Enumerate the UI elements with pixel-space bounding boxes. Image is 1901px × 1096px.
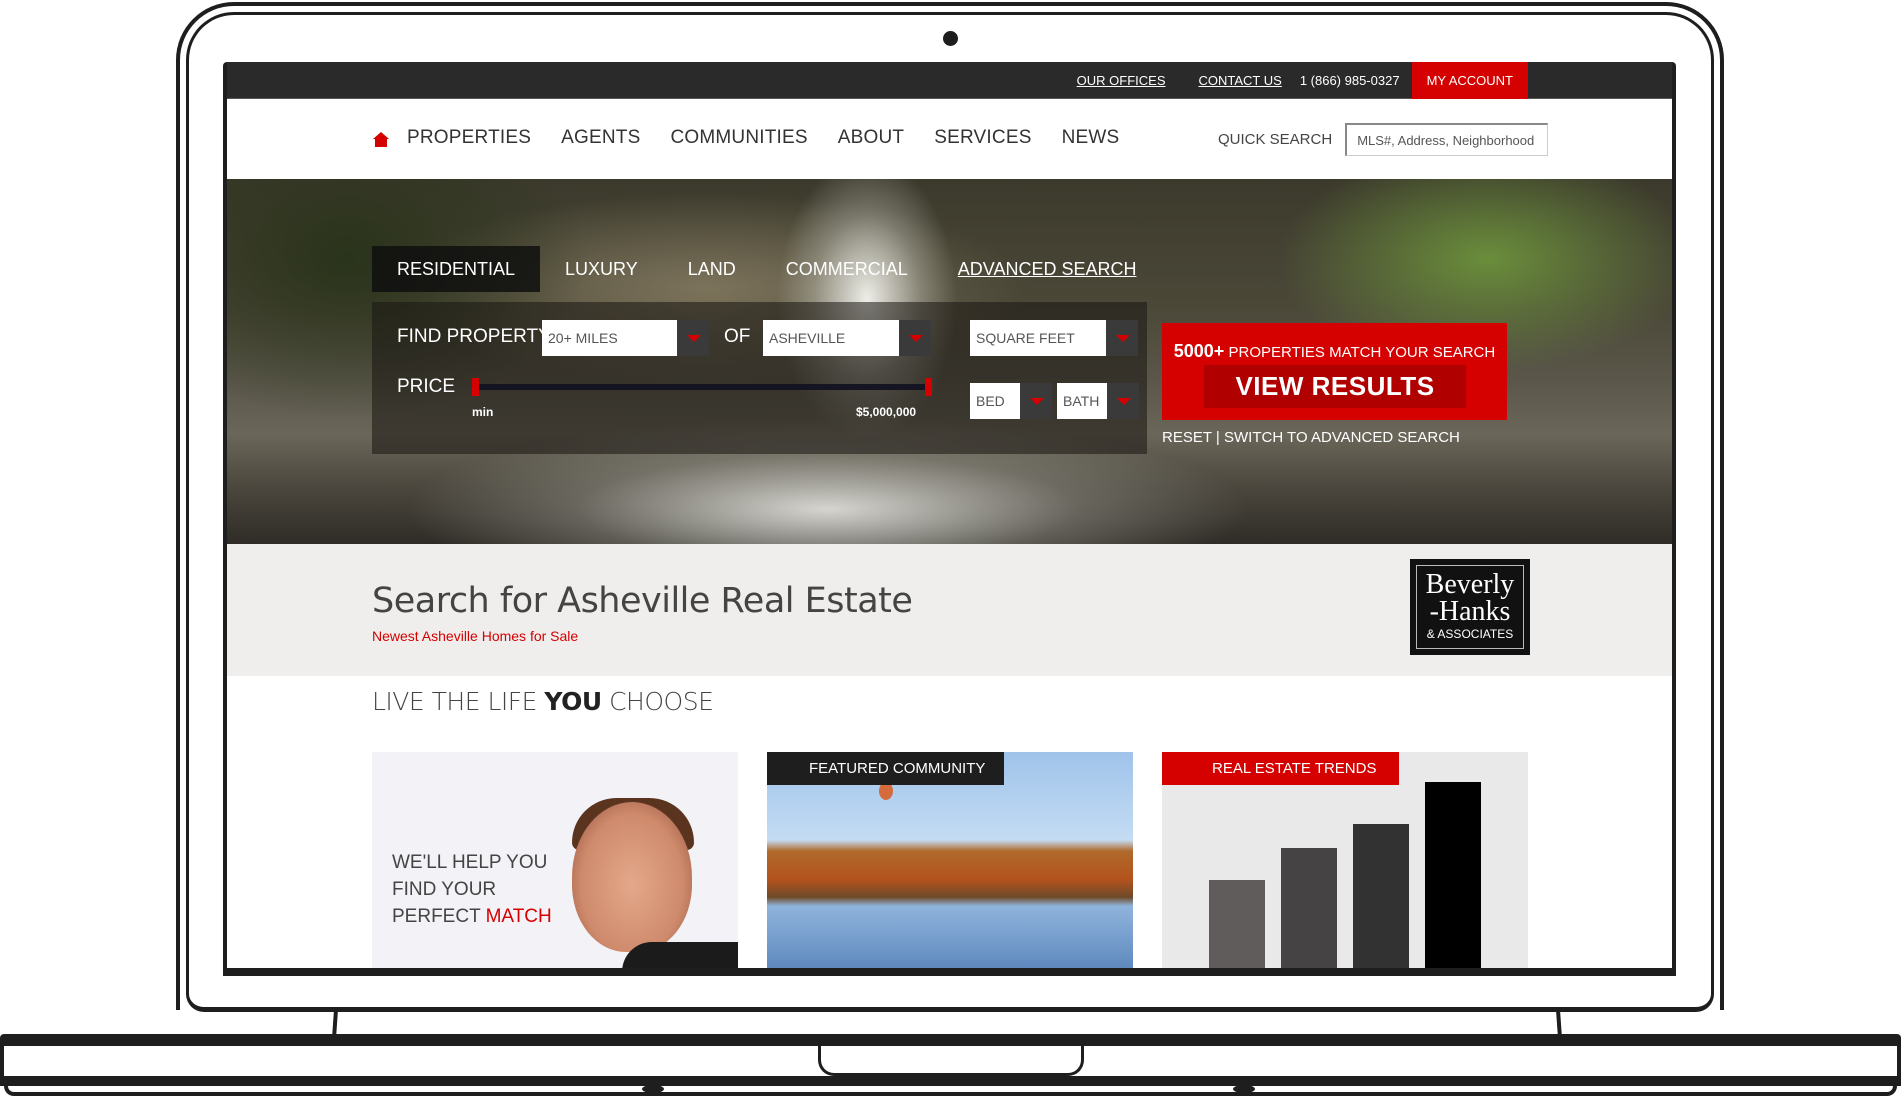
agent-line1: WE'LL HELP YOU [392, 852, 548, 873]
agent-line3-highlight: MATCH [485, 906, 552, 927]
brand-logo[interactable]: Beverly -Hanks & ASSOCIATES [1410, 559, 1530, 655]
laptop-foot-right [1233, 1085, 1255, 1093]
chevron-down-icon [677, 320, 709, 356]
nav-agents[interactable]: AGENTS [561, 127, 640, 149]
trend-bar [1353, 824, 1409, 968]
price-slider-track[interactable] [474, 384, 926, 390]
match-count-text: PROPERTIES MATCH YOUR SEARCH [1228, 344, 1496, 361]
heading-bold: YOU [544, 687, 602, 716]
contact-us-link[interactable]: CONTACT US [1199, 73, 1282, 88]
laptop-base-line [0, 1076, 1901, 1086]
nav-communities[interactable]: COMMUNITIES [670, 127, 807, 149]
trend-bar [1209, 880, 1265, 968]
search-actions: RESET | SWITCH TO ADVANCED SEARCH [1162, 429, 1460, 446]
nav-about[interactable]: ABOUT [838, 127, 904, 149]
chevron-down-icon [1106, 320, 1138, 356]
city-select[interactable]: ASHEVILLE [763, 320, 931, 356]
price-label: PRICE [397, 376, 456, 397]
nav-services[interactable]: SERVICES [934, 127, 1031, 149]
match-count-number: 5000+ [1173, 341, 1225, 361]
view-results-button[interactable]: VIEW RESULTS [1204, 365, 1466, 408]
logo-line1: Beverly [1425, 569, 1515, 600]
agent-photo-suit [622, 942, 738, 968]
price-max-handle[interactable] [925, 378, 932, 396]
switch-advanced-link[interactable]: SWITCH TO ADVANCED SEARCH [1224, 429, 1460, 446]
bed-value: BED [970, 383, 1020, 419]
logo-line3: & ASSOCIATES [1426, 627, 1514, 641]
laptop-notch [818, 1046, 1084, 1076]
chevron-down-icon [1020, 383, 1052, 419]
price-max-label: $5,000,000 [856, 405, 917, 419]
main-nav: PROPERTIES AGENTS COMMUNITIES ABOUT SERV… [227, 99, 1672, 179]
camera-icon [943, 31, 958, 46]
logo-line2: -Hanks [1429, 596, 1511, 627]
page-subtitle-link[interactable]: Newest Asheville Homes for Sale [372, 628, 578, 644]
agent-card[interactable]: WE'LL HELP YOU FIND YOUR PERFECT MATCH [372, 752, 738, 968]
laptop-base-top [0, 1034, 1901, 1046]
my-account-button[interactable]: MY ACCOUNT [1411, 62, 1528, 99]
of-label: OF [724, 326, 751, 347]
real-estate-trends-card[interactable]: REAL ESTATE TRENDS [1162, 752, 1528, 968]
trend-bar [1425, 782, 1481, 968]
heading-pre: LIVE THE LIFE [372, 687, 545, 716]
heading-post: CHOOSE [601, 687, 714, 716]
tab-luxury[interactable]: LUXURY [540, 246, 663, 292]
house-icon[interactable] [373, 132, 389, 147]
match-count: 5000+ PROPERTIES MATCH YOUR SEARCH [1162, 341, 1507, 362]
tab-land[interactable]: LAND [663, 246, 761, 292]
our-offices-link[interactable]: OUR OFFICES [1077, 73, 1166, 88]
square-feet-value: SQUARE FEET [970, 320, 1106, 356]
trend-bar [1281, 848, 1337, 968]
agent-line3: PERFECT [392, 906, 486, 927]
page-title: Search for Asheville Real Estate [372, 581, 913, 621]
reset-link[interactable]: RESET [1162, 429, 1212, 446]
property-type-tabs: RESIDENTIAL LUXURY LAND COMMERCIAL ADVAN… [372, 246, 1161, 292]
agent-card-text: WE'LL HELP YOU FIND YOUR PERFECT MATCH [392, 849, 552, 930]
phone-number: 1 (866) 985-0327 [1299, 72, 1400, 88]
quick-search-input[interactable] [1345, 123, 1549, 156]
nav-news[interactable]: NEWS [1062, 127, 1120, 149]
price-min-handle[interactable] [472, 378, 479, 396]
separator: | [1215, 429, 1220, 446]
search-panel: FIND PROPERTY 20+ MILES OF ASHEVILLE SQU… [372, 302, 1147, 454]
results-box: 5000+ PROPERTIES MATCH YOUR SEARCH VIEW … [1162, 323, 1507, 420]
nav-properties[interactable]: PROPERTIES [407, 127, 531, 149]
find-property-label: FIND PROPERTY [397, 326, 551, 347]
tab-commercial[interactable]: COMMERCIAL [761, 246, 933, 292]
city-value: ASHEVILLE [763, 320, 899, 356]
featured-community-card[interactable]: FEATURED COMMUNITY [767, 752, 1133, 968]
agent-line2: FIND YOUR [392, 879, 497, 900]
agent-photo [572, 802, 692, 952]
chevron-down-icon [1107, 383, 1139, 419]
chevron-down-icon [899, 320, 931, 356]
distance-value: 20+ MILES [542, 320, 677, 356]
search-heading-band: Search for Asheville Real Estate Newest … [227, 544, 1672, 676]
price-min-label: min [472, 405, 494, 419]
distance-select[interactable]: 20+ MILES [542, 320, 709, 356]
laptop-foot-left [642, 1085, 664, 1093]
featured-community-tag: FEATURED COMMUNITY [767, 752, 1004, 785]
quick-search-label: QUICK SEARCH [1218, 131, 1333, 148]
tab-advanced-search[interactable]: ADVANCED SEARCH [933, 246, 1162, 292]
bath-select[interactable]: BATH [1057, 383, 1139, 419]
hero-search: RESIDENTIAL LUXURY LAND COMMERCIAL ADVAN… [227, 179, 1672, 544]
screen-bezel-bottom [223, 968, 1676, 976]
bed-select[interactable]: BED [970, 383, 1052, 419]
tab-residential[interactable]: RESIDENTIAL [372, 246, 541, 292]
laptop-base-bottom [4, 1086, 1897, 1096]
top-bar: OUR OFFICES CONTACT US 1 (866) 985-0327 … [227, 62, 1672, 99]
square-feet-select[interactable]: SQUARE FEET [970, 320, 1138, 356]
real-estate-trends-tag: REAL ESTATE TRENDS [1162, 752, 1399, 785]
bath-value: BATH [1057, 383, 1107, 419]
quick-search: QUICK SEARCH [1218, 123, 1549, 156]
section-heading: LIVE THE LIFE YOU CHOOSE [372, 687, 714, 716]
